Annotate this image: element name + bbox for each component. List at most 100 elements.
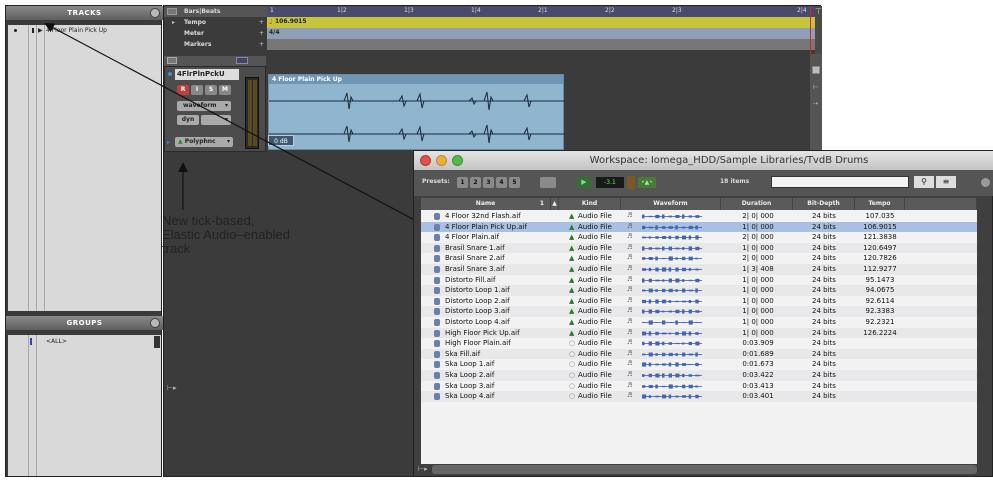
ruler-header-bars-beats[interactable]: Bars|Beats (164, 6, 267, 17)
table-row[interactable]: Distorto Loop 2.aif ▲ Audio File ♬ 1| 0| 000… (421, 296, 977, 307)
table-row[interactable]: Brasil Snare 1.aif ▲ Audio File ♬ 1| 0| 000 2… (421, 242, 977, 254)
table-row[interactable]: Distorto Loop 4.aif ▲ Audio File ♬ 1| 0| 000… (421, 317, 977, 328)
ruler-header-tempo[interactable]: ▸ Tempo + (164, 17, 267, 28)
add-tempo-icon[interactable]: + (259, 19, 264, 26)
speaker-icon[interactable]: ♬ (627, 328, 632, 339)
speaker-icon[interactable]: ♬ (627, 275, 632, 286)
view-options-icon[interactable]: ≡ (936, 176, 956, 188)
dyn-sub-selector[interactable]: ▾ (201, 115, 231, 125)
speaker-icon[interactable]: ♬ (627, 285, 632, 296)
table-row[interactable]: Distorto Loop 3.aif ▲ Audio File ♬ 1| 0| 000… (421, 306, 977, 317)
add-marker-icon[interactable]: + (259, 41, 264, 48)
column-header-name[interactable]: Name 1 (421, 198, 551, 210)
search-icon[interactable]: ⚲ (914, 176, 934, 188)
column-header-duration[interactable]: Duration (721, 198, 793, 210)
track-view-selector[interactable]: waveform ▾ (177, 101, 231, 111)
preview-play-icon[interactable]: ▶ (576, 177, 592, 188)
table-row[interactable]: 4 Floor Plain Pick Up.aif ▲ Audio File ♬ 1| … (421, 221, 977, 233)
track-options-icon[interactable] (236, 57, 248, 64)
track-expand-icon[interactable]: ▸ (167, 139, 170, 146)
preset-button-4[interactable]: 4 (496, 177, 507, 188)
close-icon[interactable] (420, 155, 431, 166)
table-row[interactable]: Distorto Loop 1.aif ▲ Audio File ♬ 1| 0| 000… (421, 285, 977, 296)
speaker-icon[interactable]: ♬ (627, 391, 632, 402)
timeline-selector-icon[interactable]: ⊤ (815, 7, 822, 16)
ruler-header-markers[interactable]: Markers + (164, 39, 267, 50)
toolbar-toggle-icon[interactable] (981, 178, 990, 187)
groups-menu-icon[interactable] (150, 318, 160, 328)
sort-direction-icon[interactable]: ▲ (551, 198, 559, 210)
group-list[interactable]: <ALL> (8, 335, 161, 476)
speaker-icon[interactable]: ♬ (627, 370, 632, 381)
table-row[interactable]: 4 Floor 32nd Flash.aif ▲ Audio File ♬ 2| 0| … (421, 211, 977, 222)
mute-button[interactable]: M (219, 85, 231, 95)
table-row[interactable]: High Floor Pick Up.aif ▲ Audio File ♬ 1| 0| … (421, 327, 977, 339)
preset-button-2[interactable]: 2 (470, 177, 481, 188)
audio-clip[interactable]: 4 Floor Plain Pick Up (268, 74, 565, 150)
tempo-ruler[interactable]: ♩ 106.9015 (267, 17, 815, 28)
speaker-icon[interactable]: ♬ (627, 381, 632, 392)
input-monitor-button[interactable]: I (191, 85, 203, 95)
speaker-icon[interactable]: ♬ (627, 338, 632, 349)
elastic-audio-selector[interactable]: ▲ Polyphnc ▾ (175, 137, 233, 147)
bars-beats-ruler[interactable]: 1 1|2 1|3 1|4 2|1 2|2 2|3 2|4 (267, 6, 822, 17)
table-row[interactable]: Ska Loop 2.aif ○ Audio File ♬ 0:03.422 24 bit… (421, 370, 977, 381)
table-row[interactable]: Ska Fill.aif ○ Audio File ♬ 0:01.689 24 bits (421, 348, 977, 360)
groups-panel-header[interactable]: GROUPS (6, 316, 163, 330)
speaker-icon[interactable]: ♬ (627, 306, 632, 317)
group-resize-handle-icon[interactable] (154, 336, 160, 348)
table-row[interactable]: High Floor Plain.aif ○ Audio File ♬ 0:03.909… (421, 338, 977, 349)
add-meter-icon[interactable]: + (259, 30, 264, 37)
table-row[interactable]: Ska Loop 4.aif ○ Audio File ♬ 0:03.401 24 bit… (421, 391, 977, 402)
workspace-title-bar[interactable]: Workspace: Iomega_HDD/Sample Libraries/T… (414, 151, 993, 170)
track-name[interactable]: 4FlrPlnPckU (175, 69, 239, 80)
clip-gain-indicator[interactable]: 0 dB (268, 135, 294, 146)
dyn-selector[interactable]: dyn (177, 115, 199, 125)
preset-button-3[interactable]: 3 (483, 177, 494, 188)
speaker-icon[interactable]: ♬ (627, 222, 632, 233)
speaker-icon[interactable]: ♬ (627, 296, 632, 307)
horizontal-scrollbar[interactable] (432, 465, 977, 474)
speaker-icon[interactable]: ♬ (627, 349, 632, 360)
record-enable-button[interactable]: R (177, 85, 189, 95)
markers-ruler[interactable] (267, 39, 815, 50)
zoom-icon[interactable] (452, 155, 463, 166)
meter-ruler[interactable]: 4/4 (267, 28, 815, 39)
preset-button-5[interactable]: 5 (509, 177, 520, 188)
browser-menu-icon[interactable] (540, 177, 556, 188)
minimize-icon[interactable] (436, 155, 447, 166)
speaker-icon[interactable]: ♬ (627, 232, 632, 243)
table-row[interactable]: Distorto Fill.aif ▲ Audio File ♬ 1| 0| 000 24… (421, 275, 977, 286)
speaker-icon[interactable]: ♬ (627, 243, 632, 254)
table-row[interactable]: Ska Loop 1.aif ○ Audio File ♬ 0:01.673 24 bit… (421, 359, 977, 370)
tracks-menu-icon[interactable] (150, 8, 160, 18)
table-row[interactable]: Brasil Snare 2.aif ▲ Audio File ♬ 2| 0| 000 2… (421, 253, 977, 264)
speaker-icon[interactable]: ♬ (627, 264, 632, 275)
speaker-icon[interactable]: ♬ (627, 359, 632, 370)
speaker-icon[interactable]: ♬ (627, 317, 632, 328)
column-header-waveform[interactable]: Waveform (621, 198, 721, 210)
tempo-event-icon[interactable]: ♩ (269, 18, 272, 26)
arrow-icon[interactable]: ⊢ (813, 84, 818, 91)
track-view-toggle-icon[interactable] (167, 57, 177, 64)
search-input[interactable] (771, 176, 909, 188)
table-row[interactable]: Brasil Snare 3.aif ▲ Audio File ♬ 1| 3| 408 2… (421, 264, 977, 275)
group-list-item[interactable]: <ALL> (10, 337, 159, 346)
ruler-header-meter[interactable]: Meter + (164, 28, 267, 39)
expand-workspace-icon[interactable]: ⊢▸ (418, 465, 428, 473)
preset-button-1[interactable]: 1 (457, 177, 468, 188)
table-row[interactable]: Ska Loop 3.aif ○ Audio File ♬ 0:03.413 24 bit… (421, 381, 977, 392)
elastic-preview-icon[interactable]: •▲• (638, 177, 656, 188)
solo-button[interactable]: S (205, 85, 217, 95)
column-header-kind[interactable]: Kind (559, 198, 621, 210)
track-list-item[interactable]: ▶ 4 Floor Plain Pick Up (10, 26, 159, 35)
column-header-tempo[interactable]: Tempo (855, 198, 905, 210)
table-row[interactable]: 4 Floor Plain.aif ▲ Audio File ♬ 2| 0| 000 24… (421, 232, 977, 243)
preview-level-value[interactable]: -3.1 (596, 177, 624, 188)
tracks-panel-header[interactable]: TRACKS (6, 6, 163, 20)
speaker-icon[interactable]: ♬ (627, 211, 632, 222)
speaker-icon[interactable]: ♬ (627, 253, 632, 264)
arrow-icon[interactable]: ⇢ (813, 100, 818, 107)
show-hide-dot-icon[interactable] (14, 29, 17, 32)
column-header-bit-depth[interactable]: Bit-Depth (793, 198, 855, 210)
